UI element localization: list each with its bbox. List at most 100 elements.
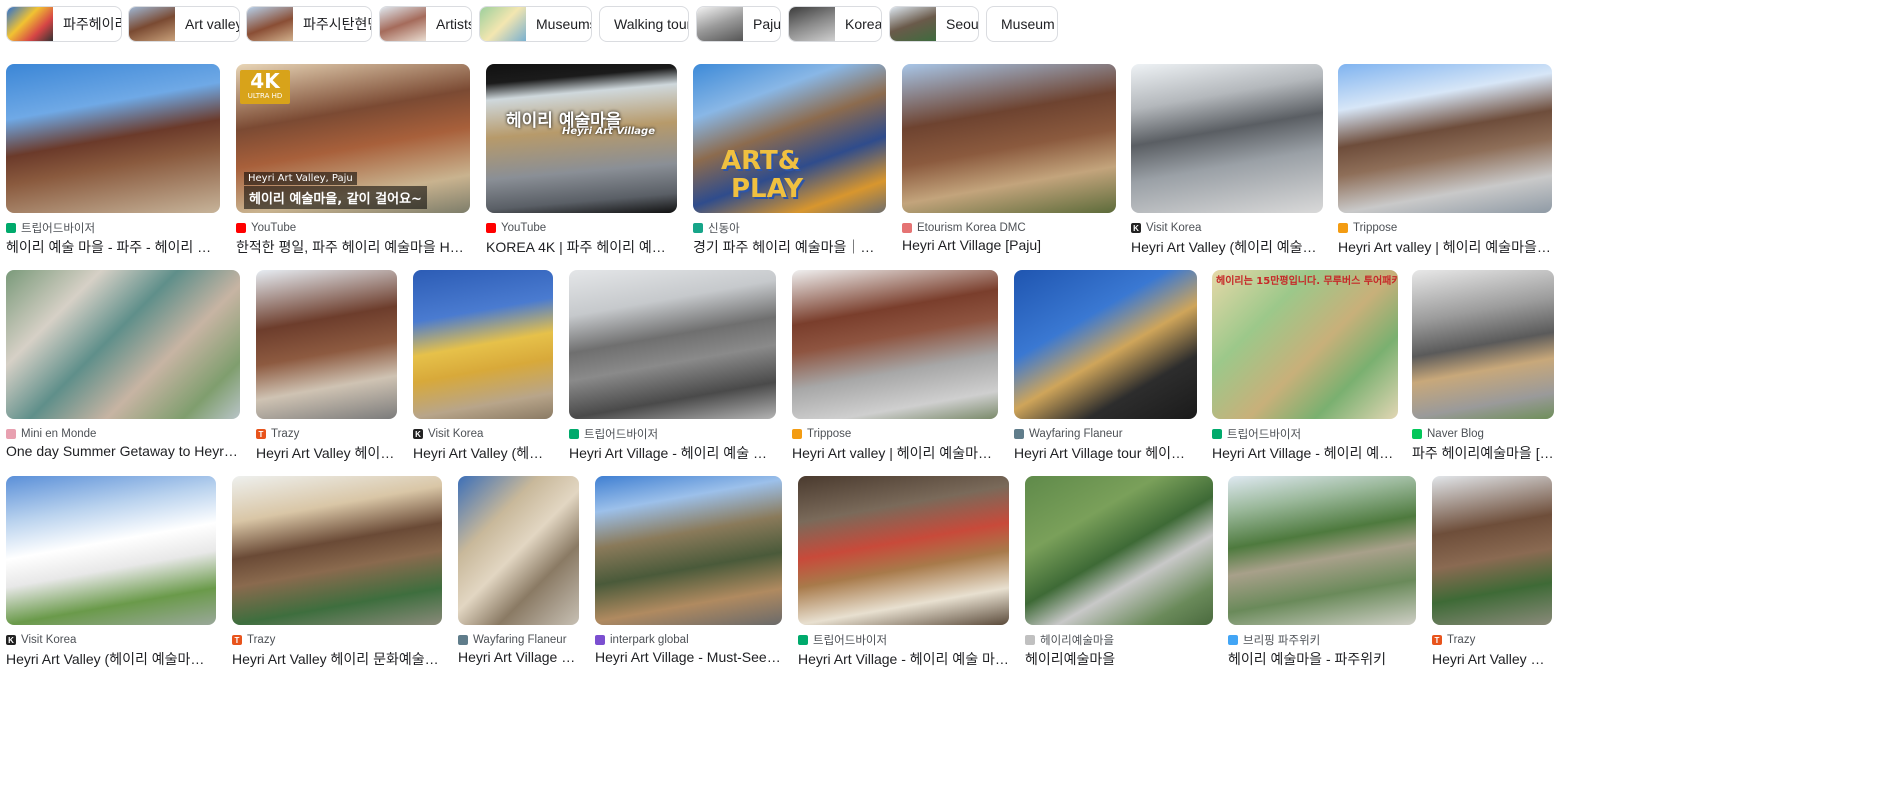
- result-title[interactable]: Heyri Art Village tour 헤이리 예...: [1014, 443, 1197, 461]
- result-thumbnail[interactable]: ART& PLAY: [693, 64, 886, 213]
- result-thumbnail[interactable]: [595, 476, 782, 625]
- result-source[interactable]: K Visit Korea: [413, 427, 553, 441]
- image-result[interactable]: Trippose Heyri Art valley | 헤이리 예술마을 : T.…: [1338, 64, 1552, 262]
- result-title[interactable]: Heyri Art Valley 헤...: [1432, 649, 1552, 667]
- result-title[interactable]: Heyri Art Valley (헤이리 예술마을)...: [1131, 237, 1323, 255]
- related-chip[interactable]: Artists: [379, 6, 472, 42]
- result-title[interactable]: Heyri Art valley | 헤이리 예술마을 : T...: [792, 443, 998, 461]
- result-source[interactable]: 신동아: [693, 221, 886, 235]
- result-source[interactable]: T Trazy: [232, 633, 442, 647]
- result-thumbnail[interactable]: [1025, 476, 1213, 625]
- result-thumbnail[interactable]: 4K ULTRA HD Heyri Art Valley, Paju 헤이리 예술마을…: [236, 64, 470, 213]
- image-result[interactable]: Trippose Heyri Art valley | 헤이리 예술마을 : T.…: [792, 270, 998, 468]
- result-thumbnail[interactable]: [413, 270, 553, 419]
- result-source[interactable]: 브리핑 파주위키: [1228, 633, 1416, 647]
- result-title[interactable]: Heyri Art valley | 헤이리 예술마을 : T...: [1338, 237, 1552, 255]
- result-thumbnail[interactable]: [1338, 64, 1552, 213]
- result-thumbnail[interactable]: [256, 270, 397, 419]
- result-title[interactable]: Heyri Art Village - 헤이리 예술 마을, ...: [569, 443, 776, 461]
- result-thumbnail[interactable]: [798, 476, 1009, 625]
- result-title[interactable]: 헤이리 예술마을 - 파주위키: [1228, 649, 1416, 667]
- result-source[interactable]: 트립어드바이저: [798, 633, 1009, 647]
- result-source[interactable]: Naver Blog: [1412, 427, 1554, 441]
- result-source[interactable]: Wayfaring Flaneur: [1014, 427, 1197, 441]
- image-result[interactable]: 트립어드바이저 Heyri Art Village - 헤이리 예술 마을, ..…: [798, 476, 1009, 674]
- image-result[interactable]: interpark global Heyri Art Village - Must…: [595, 476, 782, 674]
- result-thumbnail[interactable]: [569, 270, 776, 419]
- result-title[interactable]: 헤이리 예술 마을 - 파주 - 헤이리 예술 ...: [6, 237, 220, 255]
- result-source[interactable]: interpark global: [595, 633, 782, 647]
- result-title[interactable]: KOREA 4K | 파주 헤이리 예술마...: [486, 237, 677, 255]
- result-thumbnail[interactable]: [6, 476, 216, 625]
- image-result[interactable]: 헤이리예술마을 헤이리예술마을: [1025, 476, 1213, 674]
- result-thumbnail[interactable]: [1412, 270, 1554, 419]
- result-title[interactable]: One day Summer Getaway to Heyri Art ...: [6, 443, 240, 461]
- result-title[interactable]: Heyri Art Village - Must-See, Se...: [595, 649, 782, 667]
- image-result[interactable]: T Trazy Heyri Art Valley 헤이리 문화예술마을 ...: [232, 476, 442, 674]
- result-source[interactable]: Trippose: [792, 427, 998, 441]
- result-title[interactable]: 경기 파주 헤이리 예술마을｜신동아: [693, 237, 886, 255]
- result-title[interactable]: Heyri Art Village to...: [458, 649, 579, 667]
- related-chip[interactable]: Museums: [479, 6, 592, 42]
- result-thumbnail[interactable]: [6, 270, 240, 419]
- image-result[interactable]: T Trazy Heyri Art Valley 헤...: [1432, 476, 1552, 674]
- image-result[interactable]: Wayfaring Flaneur Heyri Art Village tour …: [1014, 270, 1197, 468]
- image-result[interactable]: Mini en Monde One day Summer Getaway to H…: [6, 270, 240, 468]
- result-title[interactable]: Heyri Art Village - 헤이리 예술 마을, ...: [798, 649, 1009, 667]
- result-source[interactable]: Trippose: [1338, 221, 1552, 235]
- related-chip[interactable]: Seoul: [889, 6, 979, 42]
- result-thumbnail[interactable]: 헤이리는 15만평입니다. 무루버스 투어패키지를 이용하: [1212, 270, 1398, 419]
- image-result[interactable]: K Visit Korea Heyri Art Valley (헤이리 예술마을).…: [1131, 64, 1323, 262]
- image-result[interactable]: 브리핑 파주위키헤이리 예술마을 - 파주위키: [1228, 476, 1416, 674]
- result-source[interactable]: 트립어드바이저: [1212, 427, 1398, 441]
- result-thumbnail[interactable]: [232, 476, 442, 625]
- related-chip[interactable]: Paju: [696, 6, 781, 42]
- image-result[interactable]: 헤이리는 15만평입니다. 무루버스 투어패키지를 이용하트립어드바이저 Heyr…: [1212, 270, 1398, 468]
- image-result[interactable]: ART& PLAY 신동아경기 파주 헤이리 예술마을｜신동아: [693, 64, 886, 262]
- image-result[interactable]: Wayfaring Flaneur Heyri Art Village to...: [458, 476, 579, 674]
- image-result[interactable]: K Visit Korea Heyri Art Valley (헤이리...: [413, 270, 553, 468]
- result-thumbnail[interactable]: [1014, 270, 1197, 419]
- result-title[interactable]: Heyri Art Valley 헤이리 문화예술마을 ...: [232, 649, 442, 667]
- result-source[interactable]: Mini en Monde: [6, 427, 240, 441]
- result-thumbnail[interactable]: [458, 476, 579, 625]
- related-chip[interactable]: Korea: [788, 6, 882, 42]
- result-title[interactable]: Heyri Art Valley (헤이리...: [413, 443, 553, 461]
- result-source[interactable]: YouTube: [236, 221, 470, 235]
- result-source[interactable]: Etourism Korea DMC: [902, 221, 1116, 235]
- result-source[interactable]: Wayfaring Flaneur: [458, 633, 579, 647]
- result-source[interactable]: 트립어드바이저: [6, 221, 220, 235]
- image-result[interactable]: T Trazy Heyri Art Valley 헤이리 ...: [256, 270, 397, 468]
- result-thumbnail[interactable]: [792, 270, 998, 419]
- result-title[interactable]: Heyri Art Village [Paju]: [902, 237, 1116, 255]
- result-title[interactable]: 헤이리예술마을: [1025, 649, 1213, 667]
- result-title[interactable]: Heyri Art Valley 헤이리 ...: [256, 443, 397, 461]
- image-result[interactable]: 트립어드바이저헤이리 예술 마을 - 파주 - 헤이리 예술 ...: [6, 64, 220, 262]
- image-result[interactable]: Naver Blog 파주 헤이리예술마을 [갤...: [1412, 270, 1554, 468]
- image-result[interactable]: 4K ULTRA HD Heyri Art Valley, Paju 헤이리 예술마을…: [236, 64, 470, 262]
- result-source[interactable]: 헤이리예술마을: [1025, 633, 1213, 647]
- result-title[interactable]: 파주 헤이리예술마을 [갤...: [1412, 443, 1554, 461]
- result-thumbnail[interactable]: [1432, 476, 1552, 625]
- related-chip[interactable]: Museum: [986, 6, 1058, 42]
- result-source[interactable]: YouTube: [486, 221, 677, 235]
- image-result[interactable]: 헤이리 예술마을 Heyri Art Village YouTube KOREA 4K…: [486, 64, 677, 262]
- result-source[interactable]: T Trazy: [256, 427, 397, 441]
- image-result[interactable]: 트립어드바이저 Heyri Art Village - 헤이리 예술 마을, ..…: [569, 270, 776, 468]
- related-chip[interactable]: Walking tour: [599, 6, 689, 42]
- result-source[interactable]: K Visit Korea: [6, 633, 216, 647]
- result-title[interactable]: Heyri Art Valley (헤이리 예술마을) : V...: [6, 649, 216, 667]
- result-title[interactable]: 한적한 평일, 파주 헤이리 예술마을 Heyri Ar...: [236, 237, 470, 255]
- image-result[interactable]: Etourism Korea DMC Heyri Art Village [Paj…: [902, 64, 1116, 262]
- result-title[interactable]: Heyri Art Village - 헤이리 예술 ...: [1212, 443, 1398, 461]
- result-thumbnail[interactable]: 헤이리 예술마을 Heyri Art Village: [486, 64, 677, 213]
- related-chip[interactable]: 파주시탄현면: [246, 6, 372, 42]
- related-chip[interactable]: Art valley: [128, 6, 240, 42]
- result-source[interactable]: T Trazy: [1432, 633, 1552, 647]
- result-thumbnail[interactable]: [1131, 64, 1323, 213]
- result-thumbnail[interactable]: [6, 64, 220, 213]
- result-thumbnail[interactable]: [902, 64, 1116, 213]
- result-source[interactable]: K Visit Korea: [1131, 221, 1323, 235]
- result-source[interactable]: 트립어드바이저: [569, 427, 776, 441]
- related-chip[interactable]: 파주헤이리: [6, 6, 122, 42]
